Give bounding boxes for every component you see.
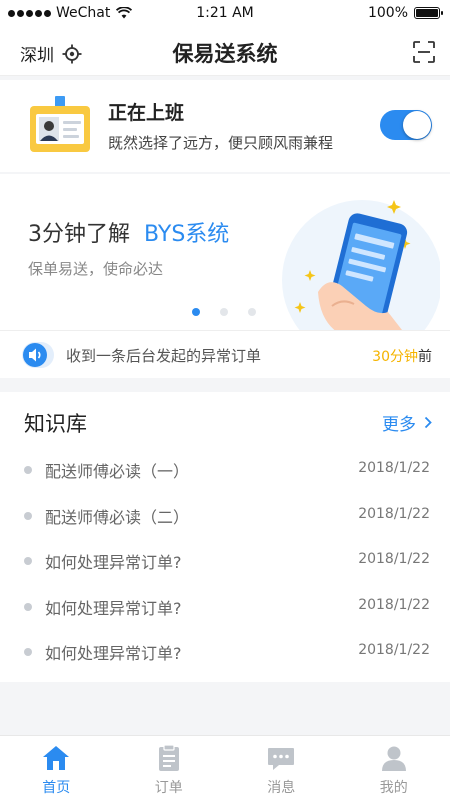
banner-dot[interactable] xyxy=(192,308,200,316)
knowledge-item-date: 2018/1/22 xyxy=(358,505,430,522)
banner-title: 3分钟了解 BYS系统 xyxy=(28,216,229,248)
chevron-right-icon xyxy=(424,416,432,429)
more-link[interactable]: 更多 xyxy=(382,410,432,435)
knowledge-section: 知识库 更多 配送师傅必读（一） 2018/1/22 配送师傅必读（二） 2018/… xyxy=(0,392,450,682)
knowledge-item-date: 2018/1/22 xyxy=(358,460,430,476)
banner-title-prefix: 3分钟了解 xyxy=(28,222,130,247)
knowledge-item-date: 2018/1/22 xyxy=(358,596,430,613)
tab-orders-label: 订单 xyxy=(154,780,183,796)
city-selector[interactable]: 深圳 xyxy=(20,41,82,66)
toggle-knob xyxy=(403,111,431,139)
more-label: 更多 xyxy=(382,415,416,435)
bullet-icon xyxy=(24,466,32,474)
promo-banner[interactable]: 3分钟了解 BYS系统 保单易送，使命必达 xyxy=(0,174,450,330)
knowledge-item-title: 配送师傅必读（二） xyxy=(45,507,190,527)
banner-dot[interactable] xyxy=(248,308,256,316)
notice-time-suffix: 前 xyxy=(418,349,432,365)
message-icon xyxy=(268,748,295,770)
tab-orders[interactable]: 订单 xyxy=(113,736,226,800)
locate-icon xyxy=(62,44,82,63)
knowledge-item[interactable]: 配送师傅必读（二） 2018/1/22 xyxy=(0,496,450,542)
banner-dot[interactable] xyxy=(220,308,228,316)
knowledge-item-title: 如何处理异常订单? xyxy=(45,644,182,663)
knowledge-item-title: 配送师傅必读（一） xyxy=(45,462,190,481)
work-status-title: 正在上班 xyxy=(108,102,185,124)
tab-home-label: 首页 xyxy=(42,780,71,796)
tab-messages-label: 消息 xyxy=(267,780,296,796)
tab-profile[interactable]: 我的 xyxy=(338,736,450,800)
battery-percent: 100% xyxy=(367,5,408,21)
knowledge-list: 配送师傅必读（一） 2018/1/22 配送师傅必读（二） 2018/1/22 如何… xyxy=(0,450,450,678)
knowledge-item-date: 2018/1/22 xyxy=(358,551,430,567)
profile-icon xyxy=(381,746,406,771)
work-status-toggle[interactable] xyxy=(380,110,432,140)
bullet-icon xyxy=(24,648,32,656)
knowledge-item[interactable]: 如何处理异常订单? 2018/1/22 xyxy=(0,587,450,633)
bullet-icon xyxy=(24,602,32,611)
work-status-card: 正在上班 既然选择了远方，便只顾风雨兼程 xyxy=(0,80,450,172)
knowledge-item-title: 如何处理异常订单? xyxy=(45,598,182,618)
home-icon xyxy=(43,746,70,770)
work-status-subtitle: 既然选择了远方，便只顾风雨兼程 xyxy=(108,134,334,152)
knowledge-item[interactable]: 配送师傅必读（一） 2018/1/22 xyxy=(0,450,450,496)
notice-time: 30分钟前 xyxy=(372,346,432,366)
tab-home[interactable]: 首页 xyxy=(0,736,113,800)
knowledge-title: 知识库 xyxy=(24,412,87,436)
scan-icon[interactable] xyxy=(412,40,436,64)
banner-subtitle: 保单易送，使命必达 xyxy=(28,260,164,278)
banner-title-accent: BYS系统 xyxy=(144,222,230,247)
knowledge-item[interactable]: 如何处理异常订单? 2018/1/22 xyxy=(0,632,450,678)
order-icon xyxy=(158,744,179,771)
tab-profile-label: 我的 xyxy=(379,780,408,796)
city-label: 深圳 xyxy=(20,46,54,66)
id-badge-icon xyxy=(30,96,90,152)
nav-bar: 深圳 保易送系统 xyxy=(0,28,450,76)
status-bar: WeChat 1:21 AM 100% xyxy=(0,0,450,28)
banner-pagination[interactable] xyxy=(192,308,256,316)
knowledge-item-date: 2018/1/22 xyxy=(358,642,430,658)
battery-icon xyxy=(414,7,443,19)
knowledge-item-title: 如何处理异常订单? xyxy=(45,553,182,572)
notice-text: 收到一条后台发起的异常订单 xyxy=(66,347,262,365)
phone-in-hand-illustration xyxy=(282,200,440,330)
bullet-icon xyxy=(24,557,32,565)
bullet-icon xyxy=(24,511,32,520)
notice-time-value: 30分钟 xyxy=(372,349,418,365)
tab-messages[interactable]: 消息 xyxy=(225,736,338,800)
knowledge-item[interactable]: 如何处理异常订单? 2018/1/22 xyxy=(0,541,450,587)
tab-bar: 首页 订单 消息 我的 xyxy=(0,735,450,800)
speaker-icon xyxy=(22,342,54,368)
notice-bar[interactable]: 收到一条后台发起的异常订单 30分钟前 xyxy=(0,330,450,378)
